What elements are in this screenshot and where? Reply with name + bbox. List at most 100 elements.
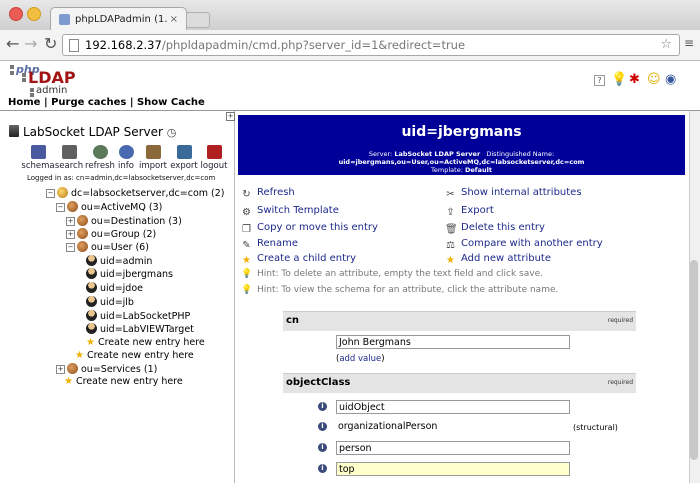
help-icon[interactable]: ? bbox=[594, 75, 605, 86]
info-icon[interactable]: i bbox=[318, 464, 327, 473]
reload-icon[interactable]: ↻ bbox=[44, 35, 57, 53]
tree-node-label[interactable]: ou=User (6) bbox=[91, 242, 149, 253]
info-icon[interactable]: i bbox=[318, 402, 327, 411]
tree-node-uid[interactable]: uid=jlb bbox=[86, 296, 134, 309]
tree-node-label[interactable]: uid=jdoe bbox=[100, 283, 143, 294]
tree-node-label[interactable]: Create new entry here bbox=[76, 376, 183, 387]
tree-node-label[interactable]: uid=LabSocketPHP bbox=[100, 311, 190, 322]
address-url[interactable]: 192.168.2.37/phpldapadmin/cmd.php?server… bbox=[85, 35, 465, 55]
smiley-icon[interactable]: ☺ bbox=[647, 72, 661, 88]
collapse-icon[interactable]: − bbox=[46, 189, 55, 198]
tree-node-label[interactable]: Create new entry here bbox=[98, 337, 205, 348]
expand-icon[interactable]: + bbox=[66, 230, 75, 239]
tab-close-icon[interactable]: × bbox=[170, 8, 178, 31]
add-attribute-action[interactable]: ★ Add new attribute bbox=[445, 253, 551, 266]
tree-node-label[interactable]: uid=LabVIEWTarget bbox=[100, 324, 194, 335]
attribute-header-objectclass: objectClass required bbox=[283, 373, 636, 393]
action-label: Show internal attributes bbox=[461, 187, 582, 198]
scrollbar-thumb[interactable] bbox=[690, 260, 698, 460]
tree-node-label[interactable]: ou=Destination (3) bbox=[91, 216, 182, 227]
bookmark-star-icon[interactable]: ☆ bbox=[660, 35, 672, 55]
show-internal-attributes-action[interactable]: ✂ Show internal attributes bbox=[445, 187, 582, 200]
logout-button[interactable]: logout bbox=[196, 145, 232, 171]
create-entry-link[interactable]: ★ Create new entry here bbox=[86, 337, 205, 349]
tree-node-label[interactable]: uid=admin bbox=[100, 256, 152, 267]
info-icon[interactable]: i bbox=[318, 422, 327, 431]
collapse-icon[interactable]: − bbox=[66, 243, 75, 252]
ou-icon bbox=[67, 363, 78, 374]
collapse-icon[interactable]: − bbox=[56, 203, 65, 212]
collapse-tree-button[interactable]: + bbox=[226, 112, 235, 121]
user-icon bbox=[86, 282, 97, 293]
attribute-header-cn: cn required bbox=[283, 311, 636, 331]
address-bar[interactable]: 192.168.2.37/phpldapadmin/cmd.php?server… bbox=[62, 34, 680, 56]
expand-icon[interactable]: + bbox=[56, 365, 65, 374]
switch-template-action[interactable]: ⚙ Switch Template bbox=[241, 205, 339, 218]
rename-icon: ✎ bbox=[242, 240, 251, 251]
info-icon[interactable]: i bbox=[318, 443, 327, 452]
bug-icon[interactable]: ✱ bbox=[629, 72, 640, 88]
tree-node-user[interactable]: − ou=User (6) bbox=[66, 241, 149, 254]
tree-node-label[interactable]: ou=Services (1) bbox=[81, 364, 157, 375]
wrench-icon[interactable]: ≡ bbox=[684, 36, 694, 50]
attribute-name[interactable]: cn bbox=[286, 315, 299, 326]
donate-icon[interactable]: ◉ bbox=[665, 72, 676, 88]
tree-node-root[interactable]: − dc=labsocketserver,dc=com (2) bbox=[46, 187, 225, 200]
tree-node-label[interactable]: ou=Group (2) bbox=[91, 229, 156, 240]
tree-node-uid[interactable]: uid=LabVIEWTarget bbox=[86, 323, 194, 336]
user-icon bbox=[86, 268, 97, 279]
create-child-action[interactable]: ★ Create a child entry bbox=[241, 253, 356, 266]
close-window-button[interactable] bbox=[9, 7, 23, 21]
tree-node-uid[interactable]: uid=jbergmans bbox=[86, 268, 173, 281]
objectclass-value-input[interactable]: top bbox=[336, 462, 570, 476]
objectclass-value-input[interactable]: person bbox=[336, 441, 570, 455]
rename-action[interactable]: ✎ Rename bbox=[241, 238, 298, 251]
page-document-icon bbox=[69, 39, 79, 52]
purge-caches-link[interactable]: Purge caches bbox=[51, 97, 126, 108]
star-icon: ★ bbox=[64, 376, 73, 387]
tree-node-label[interactable]: uid=jlb bbox=[100, 297, 134, 308]
export-action[interactable]: ⇪ Export bbox=[445, 205, 493, 218]
tree-node-label[interactable]: uid=jbergmans bbox=[100, 269, 173, 280]
refresh-action[interactable]: ↻ Refresh bbox=[241, 187, 294, 200]
template-value: Default bbox=[464, 166, 492, 174]
attribute-name[interactable]: objectClass bbox=[286, 377, 350, 388]
compare-action[interactable]: ⚖ Compare with another entry bbox=[445, 238, 603, 251]
action-label: Copy or move this entry bbox=[257, 222, 378, 233]
expand-icon[interactable]: + bbox=[66, 217, 75, 226]
new-tab-button[interactable] bbox=[186, 12, 210, 28]
structural-label: (structural) bbox=[573, 423, 618, 432]
home-link[interactable]: Home bbox=[8, 97, 40, 108]
tree-node-uid[interactable]: uid=admin bbox=[86, 255, 152, 268]
tool-label: export bbox=[170, 161, 198, 171]
tree-node-destination[interactable]: + ou=Destination (3) bbox=[66, 215, 182, 228]
objectclass-value-input[interactable]: uidObject bbox=[336, 400, 570, 414]
create-entry-link[interactable]: ★ Create new entry here bbox=[75, 350, 194, 362]
lightbulb-icon[interactable]: 💡 bbox=[611, 72, 627, 88]
cn-value-input[interactable]: John Bergmans bbox=[336, 335, 570, 349]
create-entry-link[interactable]: ★ Create new entry here bbox=[64, 376, 183, 388]
tree-node-activemq[interactable]: − ou=ActiveMQ (3) bbox=[56, 201, 162, 214]
dn-label: Distinguished Name: bbox=[486, 150, 555, 158]
forward-arrow-icon[interactable]: → bbox=[24, 35, 37, 53]
add-value-link[interactable]: add value bbox=[339, 354, 381, 364]
tree-node-services[interactable]: + ou=Services (1) bbox=[56, 363, 157, 376]
tree-node-label[interactable]: ou=ActiveMQ (3) bbox=[81, 202, 162, 213]
lightbulb-icon: 💡 bbox=[241, 285, 253, 295]
tree-node-group[interactable]: + ou=Group (2) bbox=[66, 228, 156, 241]
show-cache-link[interactable]: Show Cache bbox=[137, 97, 205, 108]
tree-node-label[interactable]: dc=labsocketserver,dc=com (2) bbox=[71, 188, 225, 199]
tree-node-uid[interactable]: uid=LabSocketPHP bbox=[86, 310, 190, 323]
tree-node-uid[interactable]: uid=jdoe bbox=[86, 282, 143, 295]
user-icon bbox=[86, 296, 97, 307]
schema-icon bbox=[30, 145, 46, 159]
back-arrow-icon[interactable]: ← bbox=[6, 35, 19, 53]
import-icon bbox=[145, 145, 161, 159]
minimize-window-button[interactable] bbox=[27, 7, 41, 21]
required-label: required bbox=[607, 317, 633, 324]
browser-tab[interactable]: phpLDAPadmin (1.2.2) – × bbox=[50, 7, 187, 31]
tree-node-label[interactable]: Create new entry here bbox=[87, 350, 194, 361]
required-label: required bbox=[607, 379, 633, 386]
copy-move-action[interactable]: ❐ Copy or move this entry bbox=[241, 222, 378, 235]
delete-entry-action[interactable]: 🗑 Delete this entry bbox=[445, 222, 545, 235]
